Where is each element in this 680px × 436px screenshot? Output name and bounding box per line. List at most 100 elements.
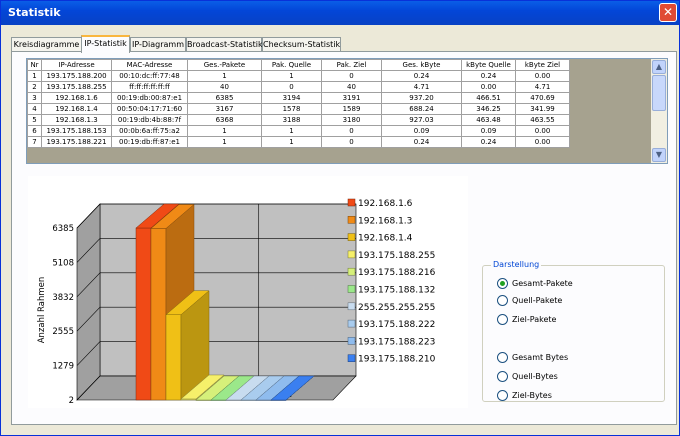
table-row[interactable]: 3 192.168.1.6 00:19:db:00:87:e1 6385 3194 319… — [27, 92, 570, 104]
table-cell: 193.175.188.153 — [41, 125, 112, 137]
table-cell: 00:10:dc:ff:77:48 — [111, 70, 188, 82]
radio-button-icon — [497, 390, 508, 401]
scroll-thumb[interactable] — [652, 75, 666, 111]
legend-label: 192.168.1.3 — [358, 216, 412, 226]
table-cell: 1589 — [321, 103, 382, 115]
table-cell: 4.71 — [381, 81, 462, 93]
scroll-down-button[interactable]: ▼ — [652, 148, 666, 162]
table-cell: 6385 — [187, 92, 262, 104]
chevron-down-icon: ▼ — [655, 150, 663, 159]
table-cell: 0 — [321, 125, 382, 137]
legend-swatch — [347, 354, 356, 362]
column-header[interactable]: MAC-Adresse — [111, 59, 188, 71]
legend-label: 193.175.188.255 — [358, 251, 435, 261]
close-icon: ✕ — [662, 5, 674, 19]
chart-bar — [135, 227, 152, 401]
radio-button-icon — [497, 352, 508, 363]
y-tick-label: 6385 — [52, 224, 74, 234]
radio-button-icon — [497, 278, 508, 289]
y-axis-label: Anzahl Rahmen — [37, 277, 47, 344]
close-button[interactable]: ✕ — [659, 3, 677, 22]
table-row[interactable]: 5 192.168.1.3 00:19:db:4b:88:7f 6368 3188 318… — [27, 114, 570, 126]
legend-swatch — [347, 198, 356, 207]
statistik-window: Statistik ✕ Kreisdiagramme IP-Statistik … — [0, 0, 680, 436]
table-cell: ff:ff:ff:ff:ff:ff — [111, 81, 188, 93]
y-tick-label: 1279 — [52, 362, 74, 372]
table-cell: 688.24 — [381, 103, 462, 115]
table-row[interactable]: 4 192.168.1.4 00:50:04:17:71:60 3167 1578 158… — [27, 103, 570, 115]
grid-vertical-scrollbar[interactable]: ▲ ▼ — [651, 59, 667, 163]
table-row[interactable]: 2 193.175.188.255 ff:ff:ff:ff:ff:ff 40 0 40 4.… — [27, 81, 570, 93]
darstellung-group: Darstellung Gesamt-Pakete Quell-Pakete Z… — [482, 260, 665, 402]
table-cell: 1 — [187, 70, 262, 82]
table-cell: 00:0b:6a:ff:75:a2 — [111, 125, 188, 137]
y-tick-label: 2 — [69, 396, 74, 406]
table-cell: 1 — [187, 136, 262, 148]
legend-label: 193.175.188.210 — [358, 355, 436, 365]
tab-broadcast-statistik[interactable]: Broadcast-Statistik — [186, 37, 263, 52]
row-number: 2 — [27, 81, 42, 93]
tab-label: Broadcast-Statistik — [187, 40, 263, 49]
tab-ip-diagramm[interactable]: IP-Diagramm — [130, 37, 186, 52]
table-cell: 193.175.188.200 — [41, 70, 112, 82]
table-header-row: Nr IP-Adresse MAC-Adresse Ges.-Pakete Pa… — [27, 59, 570, 71]
group-legend: Darstellung — [491, 260, 542, 269]
column-header[interactable]: Pak. Quelle — [261, 59, 322, 71]
table-cell: 0.00 — [515, 125, 570, 137]
legend-swatch — [347, 250, 356, 259]
table-cell: 1 — [261, 136, 322, 148]
radio-label: Ziel-Pakete — [512, 315, 557, 324]
radio-label: Ziel-Bytes — [512, 391, 552, 400]
radio-button-icon — [497, 314, 508, 325]
table-cell: 6368 — [187, 114, 262, 126]
table-cell: 463.55 — [515, 114, 570, 126]
table-cell: 0.09 — [381, 125, 462, 137]
row-number: 3 — [27, 92, 42, 104]
column-header[interactable]: kByte Quelle — [461, 59, 516, 71]
legend-label: 255.255.255.255 — [358, 303, 435, 313]
y-tick-label: 3832 — [52, 293, 74, 303]
table-cell: 0.24 — [461, 70, 516, 82]
table-row[interactable]: 7 193.175.188.221 00:19:db:ff:87:e1 1 1 0 0.24… — [27, 136, 570, 148]
radio-button-icon — [497, 295, 508, 306]
ip-statistics-grid[interactable]: Nr IP-Adresse MAC-Adresse Ges.-Pakete Pa… — [26, 58, 668, 164]
y-tick-label: 5108 — [52, 258, 74, 268]
legend-label: 193.175.188.216 — [358, 268, 436, 278]
table-cell: 192.168.1.3 — [41, 114, 112, 126]
legend-swatch — [347, 285, 356, 293]
radio-label: Gesamt Bytes — [512, 353, 569, 362]
top-talker-chart: 638551083832255512792Anzahl RahmenTop-Ta… — [28, 176, 468, 408]
table-cell: 00:50:04:17:71:60 — [111, 103, 188, 115]
legend-swatch — [347, 319, 356, 328]
table-cell: 341.99 — [515, 103, 570, 115]
table-cell: 0 — [321, 136, 382, 148]
table-cell: 3191 — [321, 92, 382, 104]
ip-table: Nr IP-Adresse MAC-Adresse Ges.-Pakete Pa… — [27, 59, 570, 148]
column-header[interactable]: kByte Ziel — [515, 59, 570, 71]
column-header[interactable]: Ges.-Pakete — [187, 59, 262, 71]
table-cell: 3167 — [187, 103, 262, 115]
column-header[interactable]: IP-Adresse — [41, 59, 112, 71]
column-header[interactable]: Pak. Ziel — [321, 59, 382, 71]
window-title: Statistik — [8, 6, 61, 19]
tab-label: IP-Statistik — [84, 39, 127, 48]
table-row[interactable]: 1 193.175.188.200 00:10:dc:ff:77:48 1 1 0 0.24… — [27, 70, 570, 82]
scroll-up-button[interactable]: ▲ — [652, 60, 666, 74]
table-cell: 0.00 — [461, 81, 516, 93]
tab-checksum-statistik[interactable]: Checksum-Statistik — [262, 37, 341, 52]
table-row[interactable]: 6 193.175.188.153 00:0b:6a:ff:75:a2 1 1 0 0.09… — [27, 125, 570, 137]
legend-label: 193.175.188.223 — [358, 337, 435, 347]
table-cell: 00:19:db:ff:87:e1 — [111, 136, 188, 148]
table-cell: 0.24 — [381, 136, 462, 148]
legend-swatch — [347, 216, 356, 224]
tab-ip-statistik[interactable]: IP-Statistik — [81, 35, 130, 53]
legend-swatch — [347, 267, 356, 276]
column-header[interactable]: Ges. kByte — [381, 59, 462, 71]
row-number: 1 — [27, 70, 42, 82]
title-bar[interactable]: Statistik ✕ — [1, 1, 679, 25]
tab-kreisdiagramme[interactable]: Kreisdiagramme — [11, 37, 82, 52]
table-cell: 463.48 — [461, 114, 516, 126]
table-cell: 1 — [261, 70, 322, 82]
chart-side-wall — [76, 203, 101, 401]
column-header[interactable]: Nr — [27, 59, 42, 71]
